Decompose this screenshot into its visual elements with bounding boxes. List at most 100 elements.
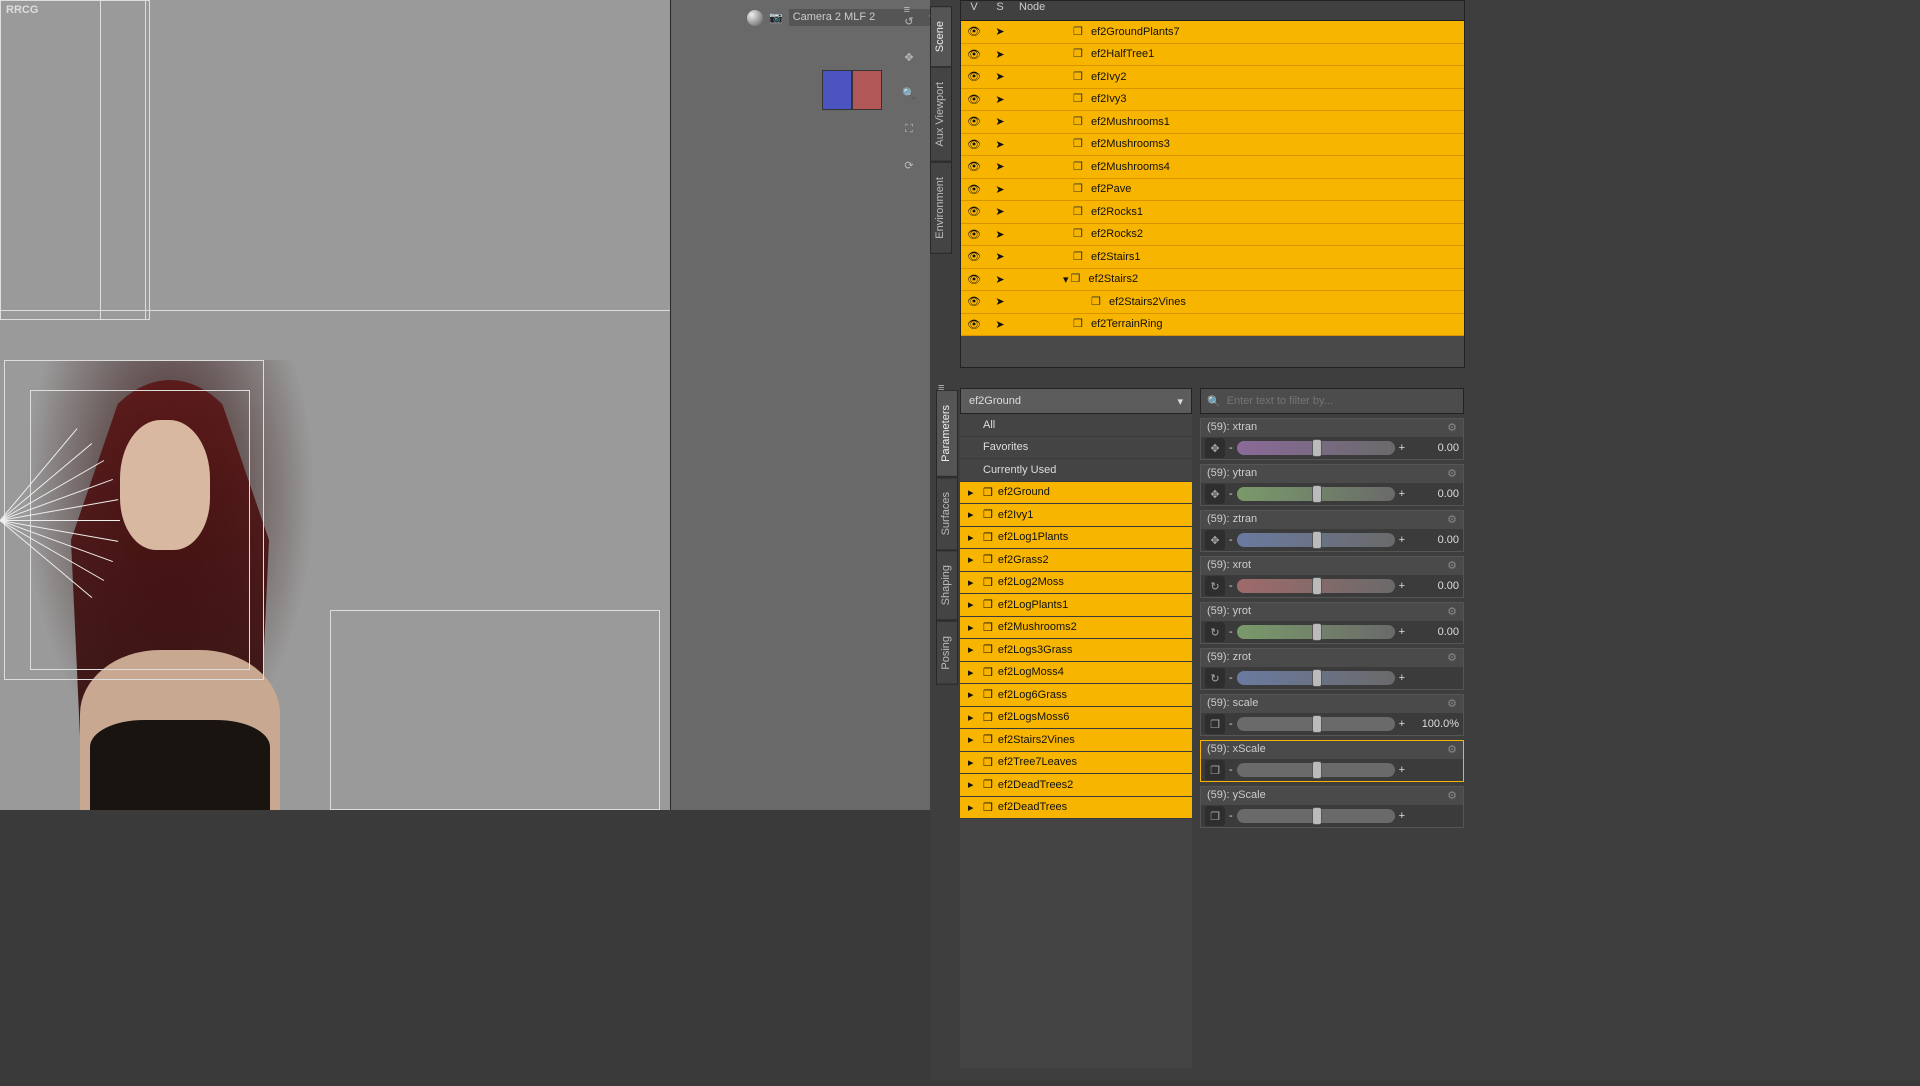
orbit-icon[interactable]: ↺ (898, 10, 920, 32)
group-item[interactable]: ▸❒ef2Tree7Leaves (960, 752, 1192, 775)
plus-icon[interactable]: + (1399, 672, 1405, 684)
plus-icon[interactable]: + (1399, 810, 1405, 822)
visibility-icon[interactable]: 👁 (961, 273, 987, 286)
group-dropdown[interactable]: ef2Ground ▾ (960, 388, 1192, 414)
plus-icon[interactable]: + (1399, 764, 1405, 776)
gear-icon[interactable]: ⚙ (1447, 789, 1457, 803)
parameter-filter-input[interactable] (1227, 395, 1457, 407)
frame-icon[interactable]: ⛶ (898, 118, 920, 140)
select-icon[interactable]: ➤ (987, 295, 1013, 308)
minus-icon[interactable]: - (1229, 626, 1233, 638)
plus-icon[interactable]: + (1399, 534, 1405, 546)
param-ztran[interactable]: (59): ztran⚙✥-+0.00 (1200, 510, 1464, 552)
group-item[interactable]: ▸❒ef2DeadTrees (960, 797, 1192, 820)
side-tab-posing[interactable]: Posing (936, 621, 958, 685)
slider-knob[interactable] (1312, 623, 1322, 641)
select-icon[interactable]: ➤ (987, 250, 1013, 263)
expand-icon[interactable]: ▸ (968, 666, 978, 679)
plus-icon[interactable]: + (1399, 718, 1405, 730)
visibility-icon[interactable]: 👁 (961, 295, 987, 308)
group-item[interactable]: ▸❒ef2Log2Moss (960, 572, 1192, 595)
expand-icon[interactable]: ▸ (968, 598, 978, 611)
zoom-icon[interactable]: 🔍 (898, 82, 920, 104)
expand-icon[interactable]: ▸ (968, 711, 978, 724)
minus-icon[interactable]: - (1229, 488, 1233, 500)
column-visibility[interactable]: V (961, 1, 987, 20)
visibility-icon[interactable]: 👁 (961, 25, 987, 38)
gear-icon[interactable]: ⚙ (1447, 467, 1457, 481)
group-item[interactable]: ▸❒ef2Log6Grass (960, 684, 1192, 707)
visibility-icon[interactable]: 👁 (961, 228, 987, 241)
gear-icon[interactable]: ⚙ (1447, 605, 1457, 619)
group-item[interactable]: ▸❒ef2DeadTrees2 (960, 774, 1192, 797)
slider-track[interactable] (1237, 809, 1395, 823)
minus-icon[interactable]: - (1229, 672, 1233, 684)
param-yScale[interactable]: (59): yScale⚙❐-+ (1200, 786, 1464, 828)
gear-icon[interactable]: ⚙ (1447, 421, 1457, 435)
group-item[interactable]: ▸❒ef2Ivy1 (960, 504, 1192, 527)
scene-row[interactable]: 👁➤▾❒ef2Stairs2 (961, 269, 1464, 292)
plus-icon[interactable]: + (1399, 580, 1405, 592)
visibility-icon[interactable]: 👁 (961, 183, 987, 196)
param-yrot[interactable]: (59): yrot⚙↻-+0.00 (1200, 602, 1464, 644)
reset-icon[interactable]: ⟳ (898, 154, 920, 176)
visibility-icon[interactable]: 👁 (961, 93, 987, 106)
slider-track[interactable] (1237, 533, 1395, 547)
scene-row[interactable]: 👁➤❒ef2Rocks1 (961, 201, 1464, 224)
param-value[interactable]: 0.00 (1409, 534, 1459, 546)
param-value[interactable]: 0.00 (1409, 580, 1459, 592)
side-tab-environment[interactable]: Environment (930, 162, 952, 254)
scene-row[interactable]: 👁➤❒ef2Ivy3 (961, 89, 1464, 112)
select-icon[interactable]: ➤ (987, 318, 1013, 331)
visibility-icon[interactable]: 👁 (961, 115, 987, 128)
scene-row[interactable]: 👁➤❒ef2Mushrooms1 (961, 111, 1464, 134)
expand-icon[interactable]: ▸ (968, 531, 978, 544)
slider-track[interactable] (1237, 717, 1395, 731)
visibility-icon[interactable]: 👁 (961, 160, 987, 173)
select-icon[interactable]: ➤ (987, 138, 1013, 151)
side-tab-surfaces[interactable]: Surfaces (936, 477, 958, 550)
param-value[interactable]: 100.0% (1409, 718, 1459, 730)
slider-knob[interactable] (1312, 761, 1322, 779)
group-item[interactable]: ▸❒ef2LogsMoss6 (960, 707, 1192, 730)
slider-knob[interactable] (1312, 531, 1322, 549)
group-item[interactable]: ▸❒ef2LogMoss4 (960, 662, 1192, 685)
visibility-icon[interactable]: 👁 (961, 318, 987, 331)
select-icon[interactable]: ➤ (987, 205, 1013, 218)
param-xrot[interactable]: (59): xrot⚙↻-+0.00 (1200, 556, 1464, 598)
group-item[interactable]: Currently Used (960, 459, 1192, 482)
slider-knob[interactable] (1312, 577, 1322, 595)
side-tab-aux-viewport[interactable]: Aux Viewport (930, 67, 952, 162)
scene-list[interactable]: 👁➤❒ef2GroundPlants7👁➤❒ef2HalfTree1👁➤❒ef2… (961, 21, 1464, 367)
scene-row[interactable]: 👁➤❒ef2HalfTree1 (961, 44, 1464, 67)
param-ytran[interactable]: (59): ytran⚙✥-+0.00 (1200, 464, 1464, 506)
slider-track[interactable] (1237, 763, 1395, 777)
visibility-icon[interactable]: 👁 (961, 70, 987, 83)
visibility-icon[interactable]: 👁 (961, 48, 987, 61)
select-icon[interactable]: ➤ (987, 228, 1013, 241)
scene-row[interactable]: 👁➤❒ef2Mushrooms3 (961, 134, 1464, 157)
column-node[interactable]: Node (1013, 1, 1464, 20)
param-value[interactable]: 0.00 (1409, 442, 1459, 454)
select-icon[interactable]: ➤ (987, 48, 1013, 61)
expand-icon[interactable]: ▸ (968, 621, 978, 634)
select-icon[interactable]: ➤ (987, 160, 1013, 173)
select-icon[interactable]: ➤ (987, 25, 1013, 38)
group-item[interactable]: ▸❒ef2Mushrooms2 (960, 617, 1192, 640)
expand-icon[interactable]: ▸ (968, 778, 978, 791)
visibility-icon[interactable]: 👁 (961, 205, 987, 218)
group-item[interactable]: ▸❒ef2Ground (960, 482, 1192, 505)
slider-knob[interactable] (1312, 715, 1322, 733)
param-zrot[interactable]: (59): zrot⚙↻-+ (1200, 648, 1464, 690)
expand-icon[interactable]: ▸ (968, 553, 978, 566)
gear-icon[interactable]: ⚙ (1447, 559, 1457, 573)
scene-row[interactable]: 👁➤❒ef2Stairs1 (961, 246, 1464, 269)
scene-row[interactable]: 👁➤❒ef2Mushrooms4 (961, 156, 1464, 179)
gear-icon[interactable]: ⚙ (1447, 513, 1457, 527)
param-xScale[interactable]: (59): xScale⚙❐-+ (1200, 740, 1464, 782)
minus-icon[interactable]: - (1229, 764, 1233, 776)
group-item[interactable]: ▸❒ef2Log1Plants (960, 527, 1192, 550)
pan-icon[interactable]: ✥ (898, 46, 920, 68)
plus-icon[interactable]: + (1399, 626, 1405, 638)
select-icon[interactable]: ➤ (987, 93, 1013, 106)
